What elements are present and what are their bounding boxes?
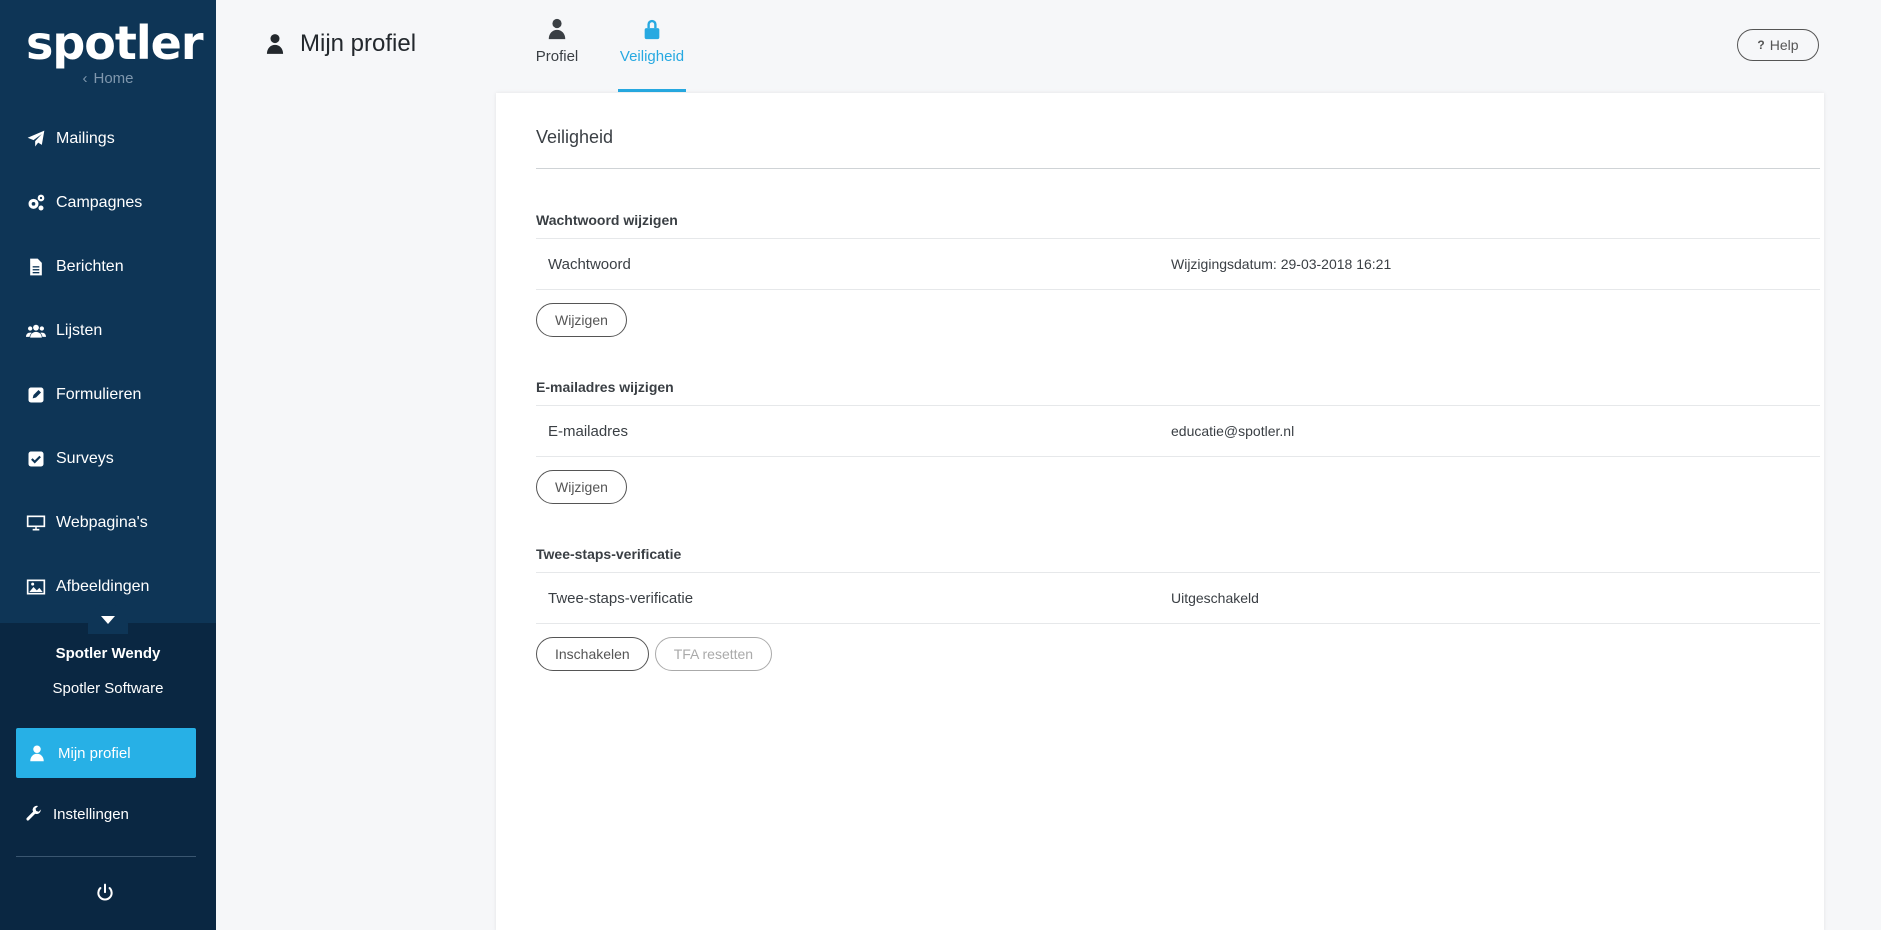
email-section: E-mailadres wijzigen E-mailadres educati… [536, 378, 1820, 504]
tab-label: Veiligheid [619, 48, 685, 65]
card-title: Veiligheid [536, 127, 614, 147]
divider [16, 856, 196, 857]
sidebar-item-label: Surveys [56, 450, 114, 467]
sidebar-item-surveys[interactable]: Surveys [0, 427, 216, 491]
section-title: Wachtwoord wijzigen [536, 211, 1820, 239]
users-icon [25, 320, 47, 342]
paper-plane-icon [25, 128, 47, 150]
user-icon [266, 34, 284, 54]
two-factor-status: Uitgeschakeld [1171, 590, 1259, 606]
password-row: Wachtwoord Wijzigingsdatum: 29-03-2018 1… [536, 239, 1820, 290]
sidebar-account: Spotler Wendy Spotler Software Mijn prof… [0, 623, 216, 930]
sidebar-item-campagnes[interactable]: Campagnes [0, 171, 216, 235]
sidebar-item-label: Mijn profiel [58, 744, 131, 762]
question-icon: ? [1757, 38, 1765, 52]
change-email-button[interactable]: Wijzigen [536, 470, 627, 504]
check-square-icon [25, 448, 47, 470]
two-factor-section: Twee-staps-verificatie Twee-staps-verifi… [536, 545, 1820, 671]
sidebar-item-label: Afbeeldingen [56, 578, 150, 595]
divider [536, 168, 1820, 169]
email-row: E-mailadres educatie@spotler.nl [536, 406, 1820, 457]
security-card: Veiligheid Wachtwoord wijzigen Wachtwoor… [496, 93, 1824, 930]
sidebar-item-label: Lijsten [56, 322, 103, 339]
gears-icon [25, 192, 47, 214]
row-label: Wachtwoord [548, 255, 631, 273]
sidebar-item-label: Berichten [56, 258, 124, 275]
wrench-icon [26, 805, 42, 821]
chevron-left-icon: ‹ [82, 70, 88, 87]
row-label: Twee-staps-verificatie [548, 589, 694, 607]
reset-tfa-button[interactable]: TFA resetten [654, 637, 773, 671]
sidebar-item-mijn-profiel[interactable]: Mijn profiel [16, 728, 196, 778]
sidebar-item-mailings[interactable]: Mailings [0, 107, 216, 171]
power-icon [97, 883, 113, 901]
user-icon [535, 18, 579, 44]
lock-icon [618, 18, 686, 44]
page-title-text: Mijn profiel [300, 30, 417, 57]
page-title: Mijn profiel [266, 30, 416, 58]
password-changed-date: Wijzigingsdatum: 29-03-2018 16:21 [1171, 256, 1392, 272]
user-icon [30, 745, 44, 762]
tab-veiligheid[interactable]: Veiligheid [618, 18, 686, 92]
sidebar-item-label: Instellingen [53, 805, 129, 823]
sidebar-item-label: Formulieren [56, 386, 142, 403]
spotler-logo[interactable]: spotler [26, 16, 204, 70]
caret-down-icon [101, 616, 115, 624]
user-name: Spotler Wendy [55, 645, 161, 662]
tab-profiel[interactable]: Profiel [535, 18, 579, 65]
two-factor-row: Twee-staps-verificatie Uitgeschakeld [536, 573, 1820, 624]
home-link[interactable]: ‹ Home [0, 70, 216, 87]
tab-label: Profiel [535, 48, 579, 65]
change-password-button[interactable]: Wijzigen [536, 303, 627, 337]
sidebar-item-instellingen[interactable]: Instellingen [25, 805, 129, 823]
section-title: E-mailadres wijzigen [536, 378, 1820, 406]
row-label: E-mailadres [548, 422, 629, 440]
monitor-icon [25, 512, 47, 534]
help-button[interactable]: ? Help [1737, 29, 1819, 61]
sidebar-item-label: Mailings [56, 130, 115, 147]
sidebar-item-label: Campagnes [56, 194, 143, 211]
help-label: Help [1769, 37, 1799, 53]
sidebar: spotler ‹ Home Mailings Campagnes Bericht… [0, 0, 216, 930]
enable-tfa-button[interactable]: Inschakelen [536, 637, 649, 671]
main-nav: Mailings Campagnes Berichten Lijsten For… [0, 107, 216, 619]
sidebar-item-lijsten[interactable]: Lijsten [0, 299, 216, 363]
email-value: educatie@spotler.nl [1171, 423, 1295, 439]
password-section: Wachtwoord wijzigen Wachtwoord Wijziging… [536, 211, 1820, 337]
home-label: Home [93, 70, 134, 87]
section-title: Twee-staps-verificatie [536, 545, 1820, 573]
image-icon [25, 576, 47, 598]
sidebar-item-webpaginas[interactable]: Webpagina's [0, 491, 216, 555]
company-name: Spotler Software [52, 680, 164, 697]
sidebar-item-berichten[interactable]: Berichten [0, 235, 216, 299]
edit-icon [25, 384, 47, 406]
sidebar-item-label: Webpagina's [56, 514, 148, 531]
document-icon [25, 256, 47, 278]
logout-button[interactable] [95, 883, 117, 905]
sidebar-item-formulieren[interactable]: Formulieren [0, 363, 216, 427]
